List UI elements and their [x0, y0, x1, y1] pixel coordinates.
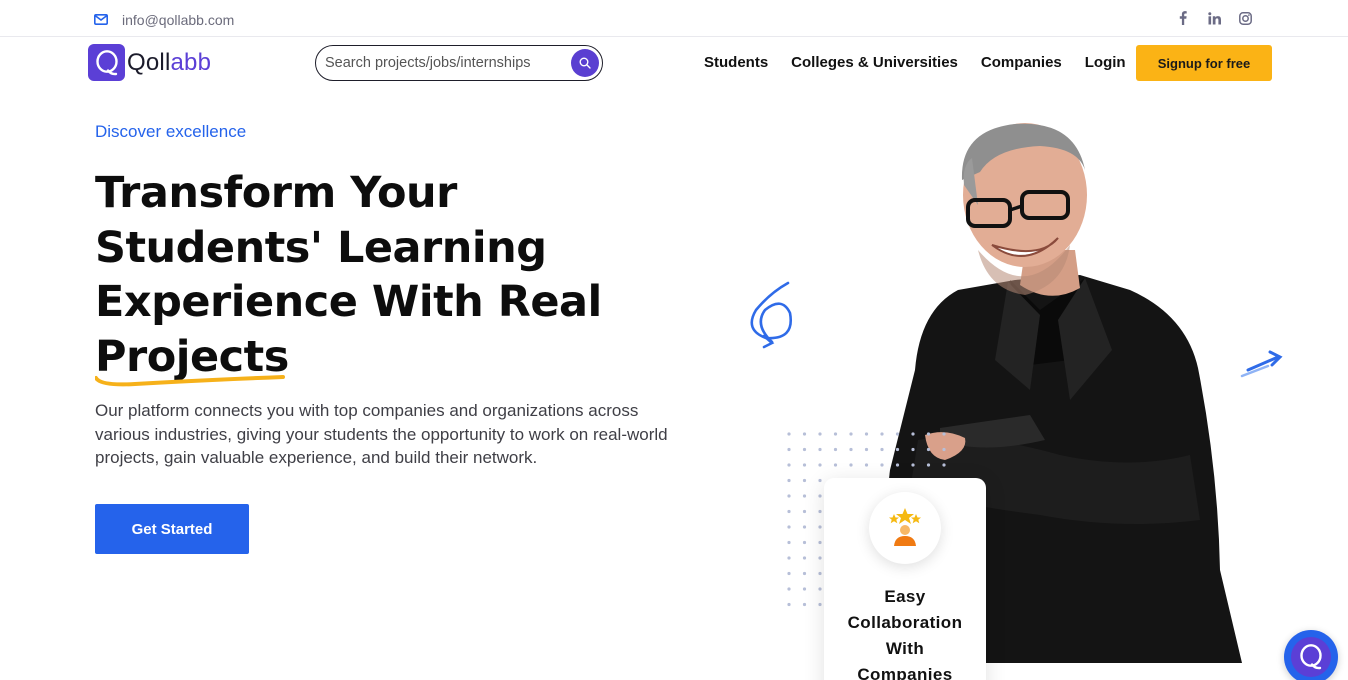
search-button[interactable] [571, 49, 599, 77]
feature-card-line-4: Companies [857, 665, 953, 680]
social-links [1176, 10, 1252, 26]
main-navbar: Qollabb Students Colleges & Universities… [0, 37, 1348, 89]
contact-email[interactable]: info@qollabb.com [94, 10, 234, 29]
get-started-button[interactable]: Get Started [95, 504, 249, 554]
feature-card-line-2: Collaboration [847, 613, 963, 632]
feature-card-line-3: With [885, 639, 925, 658]
logo-mark-icon [88, 44, 125, 81]
brand-name-part2: abb [170, 48, 212, 76]
linkedin-icon[interactable] [1207, 10, 1221, 26]
star-achievement-icon [885, 506, 925, 550]
hero-description: Our platform connects you with top compa… [95, 401, 668, 467]
nav-students[interactable]: Students [704, 54, 768, 71]
top-info-bar: info@qollabb.com [0, 0, 1348, 37]
hero-eyebrow: Discover excellence [95, 122, 247, 141]
headline-line-2: Students' Learning [95, 222, 547, 273]
brand-name: Qollabb [127, 49, 211, 77]
facebook-icon[interactable] [1176, 10, 1190, 26]
feature-card-title: Easy Collaboration With Companies [824, 584, 986, 680]
instagram-icon[interactable] [1238, 10, 1252, 26]
nav-login[interactable]: Login [1085, 54, 1126, 71]
headline-underline-swash [95, 375, 285, 387]
squiggle-decoration [750, 281, 793, 344]
search-icon [579, 54, 591, 73]
headline-line-3: Experience With Real [95, 277, 602, 327]
nav-companies[interactable]: Companies [981, 54, 1062, 71]
chat-widget-button[interactable] [1284, 630, 1338, 680]
search-input[interactable] [325, 55, 565, 71]
feature-card: Easy Collaboration With Companies [824, 478, 986, 680]
feature-badge [869, 492, 941, 564]
nav-colleges[interactable]: Colleges & Universities [791, 54, 958, 71]
hero-headline: Transform Your Students' Learning Experi… [95, 166, 695, 384]
feature-card-line-1: Easy [884, 587, 926, 606]
brand-logo[interactable]: Qollabb [88, 44, 211, 81]
signup-button[interactable]: Signup for free [1136, 45, 1272, 81]
search-bar [315, 45, 603, 81]
chat-logo-icon [1291, 637, 1331, 677]
contact-email-text: info@qollabb.com [122, 11, 235, 28]
brand-name-part1: Qoll [127, 48, 171, 76]
nav-links: Students Colleges & Universities Compani… [704, 54, 1149, 71]
headline-line-1: Transform Your [95, 168, 457, 218]
mail-icon [94, 10, 108, 29]
arrows-decoration [1240, 350, 1283, 378]
